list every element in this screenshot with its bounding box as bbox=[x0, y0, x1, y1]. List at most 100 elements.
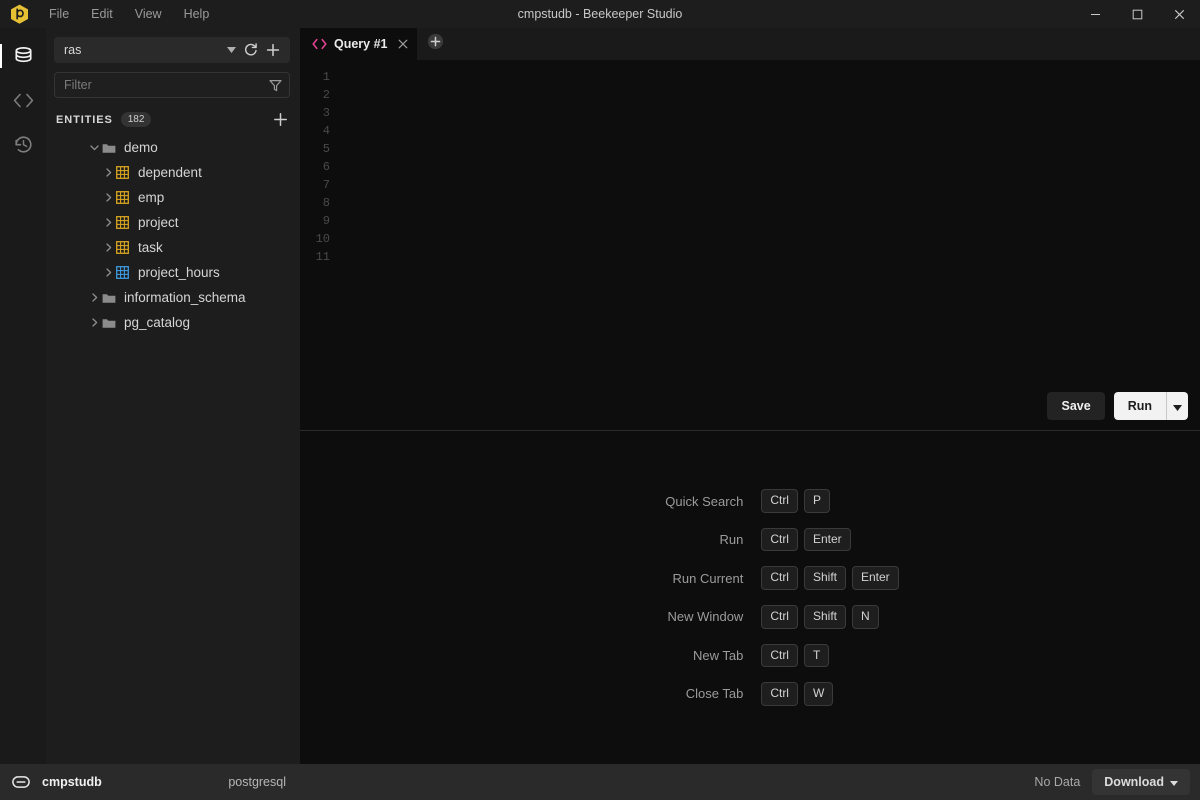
tree-item-project_hours[interactable]: project_hours bbox=[46, 260, 300, 285]
shortcut-label: Run bbox=[719, 532, 744, 548]
chevron-down-icon bbox=[1170, 775, 1178, 789]
editor-line-number: 1 bbox=[322, 70, 330, 84]
close-icon[interactable] bbox=[1158, 0, 1200, 28]
table-icon bbox=[116, 166, 138, 179]
add-entity-icon[interactable] bbox=[273, 112, 288, 127]
main-panel: Query #1 1 2 3 4 5 6 7 8 9 10 11 Save Ru… bbox=[300, 28, 1200, 764]
tree-item-information_schema[interactable]: information_schema bbox=[46, 285, 300, 310]
tree-item-label: project bbox=[138, 215, 179, 230]
download-label: Download bbox=[1104, 775, 1164, 789]
filter-icon[interactable] bbox=[269, 79, 282, 92]
editor-line-number: 6 bbox=[322, 160, 330, 174]
rail-item-code[interactable] bbox=[0, 78, 46, 122]
run-options-button[interactable] bbox=[1166, 392, 1188, 420]
shortcut-row: Run Ctrl Enter bbox=[601, 527, 898, 552]
tree-item-label: pg_catalog bbox=[124, 315, 191, 330]
sidebar-top: ras bbox=[46, 28, 300, 98]
connection-name: cmpstudb bbox=[42, 775, 102, 789]
database-selector-value: ras bbox=[64, 43, 82, 57]
refresh-icon[interactable] bbox=[240, 43, 262, 57]
entity-filter[interactable] bbox=[54, 72, 290, 98]
shortcut-label: New Tab bbox=[692, 647, 744, 663]
table-icon bbox=[116, 216, 138, 229]
shortcut-label: Run Current bbox=[672, 570, 744, 586]
save-button[interactable]: Save bbox=[1047, 392, 1105, 420]
database-engine: postgresql bbox=[228, 775, 286, 789]
history-icon bbox=[13, 134, 34, 155]
menu-item-help[interactable]: Help bbox=[173, 4, 221, 25]
editor-line-number: 3 bbox=[322, 106, 330, 120]
minimize-icon[interactable] bbox=[1074, 0, 1116, 28]
table-icon bbox=[116, 241, 138, 254]
menu-item-file[interactable]: File bbox=[38, 4, 80, 25]
keycap: Ctrl bbox=[761, 527, 798, 552]
tree-item-label: dependent bbox=[138, 165, 202, 180]
connection-status[interactable]: cmpstudb postgresql bbox=[0, 764, 300, 800]
editor-gutter: 1 2 3 4 5 6 7 8 9 10 11 bbox=[300, 68, 334, 266]
keycap: Ctrl bbox=[761, 643, 798, 668]
tab-query-1[interactable]: Query #1 bbox=[300, 28, 417, 60]
shortcut-keys: Ctrl Enter bbox=[761, 527, 851, 552]
chevron-right-icon[interactable] bbox=[100, 168, 116, 177]
menu-item-edit[interactable]: Edit bbox=[80, 4, 124, 25]
shortcut-row: Close Tab Ctrl W bbox=[601, 682, 898, 706]
editor-line-number: 2 bbox=[322, 88, 330, 102]
entities-count-badge: 182 bbox=[120, 112, 152, 127]
keycap: W bbox=[803, 682, 834, 706]
app-body: ras Filter ENTITIES 182 demo dependent e… bbox=[0, 28, 1200, 764]
editor-line-number: 9 bbox=[322, 214, 330, 228]
code-icon bbox=[13, 92, 34, 109]
keycap: Ctrl bbox=[761, 489, 798, 513]
database-selector[interactable]: ras bbox=[54, 37, 290, 63]
shortcut-keys: Ctrl P bbox=[761, 489, 830, 513]
entities-label: ENTITIES bbox=[56, 113, 113, 126]
keycap: Enter bbox=[852, 566, 899, 590]
menu-bar: File Edit View Help bbox=[38, 4, 220, 25]
chevron-down-icon[interactable] bbox=[223, 47, 240, 53]
folder-icon bbox=[102, 292, 124, 304]
database-icon bbox=[13, 46, 34, 67]
tree-item-dependent[interactable]: dependent bbox=[46, 160, 300, 185]
tree-item-project[interactable]: project bbox=[46, 210, 300, 235]
search-input[interactable] bbox=[64, 78, 269, 92]
sql-editor[interactable]: 1 2 3 4 5 6 7 8 9 10 11 Save Run bbox=[300, 60, 1200, 430]
keycap: N bbox=[852, 605, 879, 629]
keycap: Enter bbox=[803, 527, 851, 552]
run-button[interactable]: Run bbox=[1113, 392, 1166, 420]
entities-header: ENTITIES 182 bbox=[46, 98, 300, 135]
results-pane: Quick Search Ctrl P Run Ctrl Enter Run Current… bbox=[300, 431, 1200, 764]
new-tab-button[interactable] bbox=[417, 28, 454, 60]
add-database-icon[interactable] bbox=[262, 43, 284, 57]
menu-item-view[interactable]: View bbox=[124, 4, 173, 25]
chevron-right-icon[interactable] bbox=[100, 268, 116, 277]
app-window: File Edit View Help cmpstudb - Beekeeper… bbox=[0, 0, 1200, 800]
close-icon[interactable] bbox=[398, 39, 408, 49]
status-bar-right: No Data Download bbox=[1034, 769, 1190, 795]
chevron-down-icon bbox=[1173, 399, 1182, 414]
chevron-right-icon[interactable] bbox=[100, 243, 116, 252]
shortcut-keys: Ctrl W bbox=[761, 682, 834, 706]
chevron-down-icon[interactable] bbox=[86, 143, 102, 152]
keycap: Ctrl bbox=[761, 566, 798, 590]
tree-item-demo[interactable]: demo bbox=[46, 135, 300, 160]
download-button[interactable]: Download bbox=[1092, 769, 1190, 795]
keycap: P bbox=[803, 489, 830, 513]
chevron-right-icon[interactable] bbox=[86, 318, 102, 327]
maximize-icon[interactable] bbox=[1116, 0, 1158, 28]
tree-item-pg_catalog[interactable]: pg_catalog bbox=[46, 310, 300, 335]
chevron-right-icon[interactable] bbox=[100, 218, 116, 227]
shortcut-keys: Ctrl T bbox=[761, 643, 830, 668]
tab-bar: Query #1 bbox=[300, 28, 1200, 60]
chevron-right-icon[interactable] bbox=[100, 193, 116, 202]
shortcut-label: Quick Search bbox=[665, 493, 744, 509]
shortcut-row: New Tab Ctrl T bbox=[601, 643, 898, 668]
chevron-right-icon[interactable] bbox=[86, 293, 102, 302]
rail-item-database[interactable] bbox=[0, 34, 46, 78]
title-bar: File Edit View Help cmpstudb - Beekeeper… bbox=[0, 0, 1200, 28]
tree-item-emp[interactable]: emp bbox=[46, 185, 300, 210]
tree-item-task[interactable]: task bbox=[46, 235, 300, 260]
keycap: T bbox=[803, 643, 830, 668]
editor-code-area[interactable] bbox=[344, 68, 1200, 430]
shortcut-row: New Window Ctrl Shift N bbox=[601, 605, 898, 629]
rail-item-history[interactable] bbox=[0, 122, 46, 166]
